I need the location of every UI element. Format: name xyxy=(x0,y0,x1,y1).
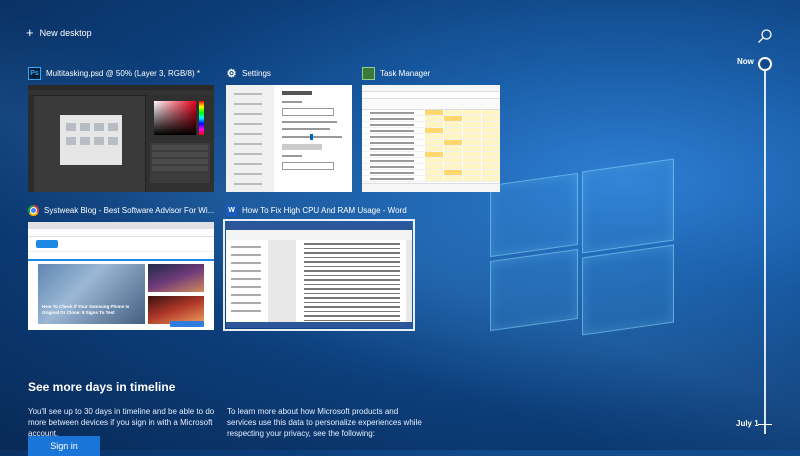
window-thumbnail[interactable] xyxy=(28,85,214,192)
privacy-learn-more-text: To learn more about how Microsoft produc… xyxy=(227,406,427,439)
window-thumbnail[interactable]: How To Check If Your Samsung Phone Is Or… xyxy=(28,222,214,330)
window-title: Multitasking.psd @ 50% (Layer 3, RGB/8) … xyxy=(46,69,200,78)
plus-icon: + xyxy=(26,28,34,38)
blog-hero-headline: How To Check If Your Samsung Phone Is Or… xyxy=(42,304,142,316)
timeline-track[interactable] xyxy=(764,62,766,434)
windows-logo-background xyxy=(490,165,675,330)
search-icon[interactable] xyxy=(757,28,773,44)
window-word[interactable]: W How To Fix High CPU And RAM Usage - Wo… xyxy=(226,203,412,328)
window-chrome-systweak-blog[interactable]: Systweak Blog - Best Software Advisor Fo… xyxy=(28,203,214,330)
new-desktop-button[interactable]: + New desktop xyxy=(26,28,92,38)
gear-icon: ⚙ xyxy=(226,68,237,79)
promo-description: You'll see up to 30 days in timeline and… xyxy=(28,406,218,439)
window-settings[interactable]: ⚙ Settings xyxy=(226,66,352,192)
timeline-date-tick xyxy=(758,424,772,425)
window-header: Ps Multitasking.psd @ 50% (Layer 3, RGB/… xyxy=(28,66,214,80)
window-header: Task Manager xyxy=(362,66,500,80)
window-header: ⚙ Settings xyxy=(226,66,352,80)
word-icon: W xyxy=(226,205,237,216)
window-photoshop[interactable]: Ps Multitasking.psd @ 50% (Layer 3, RGB/… xyxy=(28,66,214,192)
sign-in-button[interactable]: Sign in xyxy=(28,436,100,456)
window-title: Settings xyxy=(242,69,271,78)
window-header: Systweak Blog - Best Software Advisor Fo… xyxy=(28,203,214,217)
window-title: Task Manager xyxy=(380,69,430,78)
window-title: Systweak Blog - Best Software Advisor Fo… xyxy=(44,206,214,215)
timeline-date-label[interactable]: July 1 xyxy=(736,419,759,428)
timeline-now-label: Now xyxy=(737,57,754,66)
window-thumbnail[interactable] xyxy=(226,222,412,328)
chrome-icon xyxy=(28,205,39,216)
window-header: W How To Fix High CPU And RAM Usage - Wo… xyxy=(226,203,412,217)
window-thumbnail[interactable] xyxy=(362,85,500,192)
new-desktop-label: New desktop xyxy=(40,28,92,38)
timeline-now-marker[interactable] xyxy=(758,57,772,71)
window-title: How To Fix High CPU And RAM Usage - Word xyxy=(242,206,407,215)
window-task-manager[interactable]: Task Manager xyxy=(362,66,500,192)
photoshop-icon: Ps xyxy=(28,67,41,80)
task-manager-icon xyxy=(362,67,375,80)
window-thumbnail[interactable] xyxy=(226,85,352,192)
promo-title: See more days in timeline xyxy=(28,380,175,394)
